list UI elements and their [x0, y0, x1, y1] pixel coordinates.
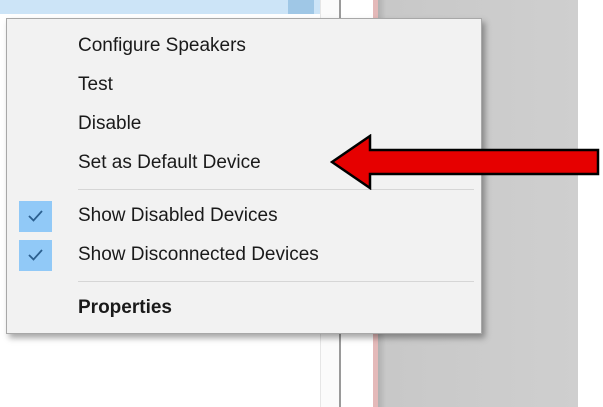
- menu-item-label: Show Disabled Devices: [78, 205, 278, 226]
- menu-item-label: Properties: [78, 297, 172, 318]
- red-arrow-annotation-icon: [330, 134, 600, 190]
- menu-item-configure-speakers[interactable]: Configure Speakers: [7, 26, 481, 66]
- menu-item-label: Disable: [78, 113, 142, 134]
- menu-item-label: Test: [78, 74, 113, 95]
- menu-item-show-disabled-devices[interactable]: Show Disabled Devices: [7, 196, 481, 236]
- background-edge: [578, 0, 603, 407]
- scrollbar-thumb[interactable]: [288, 0, 599, 14]
- menu-item-label: Configure Speakers: [78, 35, 246, 56]
- checkmark-box: [19, 240, 52, 271]
- menu-item-properties[interactable]: Properties: [7, 288, 481, 328]
- menu-item-label: Set as Default Device: [78, 152, 261, 173]
- menu-item-show-disconnected-devices[interactable]: Show Disconnected Devices: [7, 235, 481, 275]
- checkmark-icon: [28, 210, 43, 222]
- menu-item-label: Show Disconnected Devices: [78, 244, 319, 265]
- checkmark-icon: [28, 249, 43, 261]
- checkmark-box: [19, 201, 52, 232]
- selected-row-highlight: [0, 0, 320, 14]
- menu-separator: [78, 281, 474, 282]
- menu-item-test[interactable]: Test: [7, 65, 481, 105]
